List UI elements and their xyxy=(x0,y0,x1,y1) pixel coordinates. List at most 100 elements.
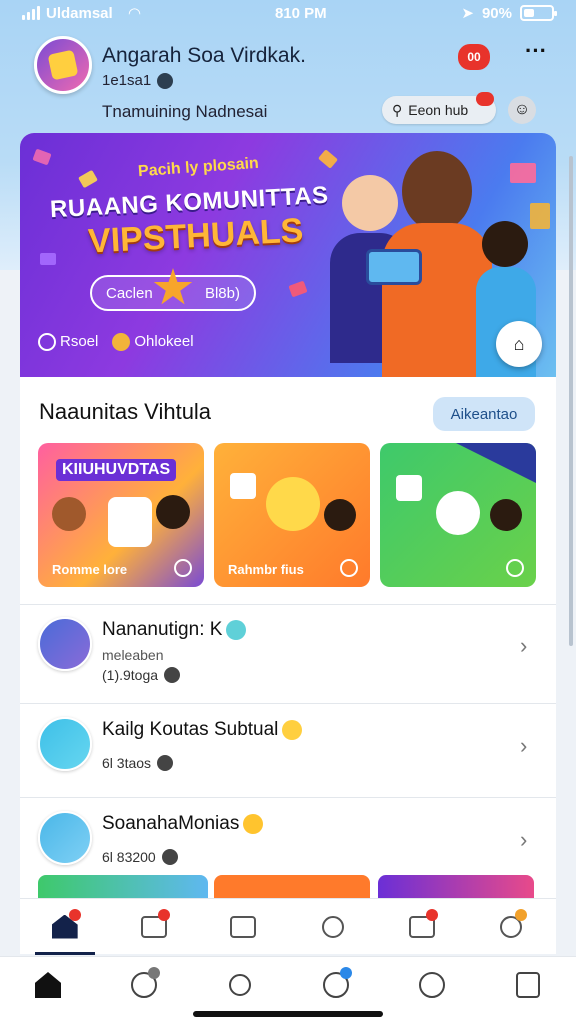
girl-figure xyxy=(482,221,528,267)
tab-profile[interactable] xyxy=(491,907,531,947)
search-pill-label: Eeon hub xyxy=(408,102,469,118)
battery-icon xyxy=(520,5,557,21)
confetti-shape xyxy=(40,253,56,265)
list-item[interactable]: Nananutign: K meleaben (1).9toga › xyxy=(20,611,556,701)
list-item-subtitle: meleaben xyxy=(102,647,164,663)
confetti-shape xyxy=(510,163,536,183)
section-title: Naaunitas Vihtula xyxy=(39,399,212,424)
confetti-shape xyxy=(78,169,98,189)
search-pill-button[interactable]: ⚲ Eeon hub xyxy=(382,92,496,124)
confetti-shape xyxy=(32,148,52,166)
circle-icon xyxy=(38,333,56,352)
battery-percent: 90% xyxy=(481,4,512,22)
chevron-right-icon[interactable]: › xyxy=(520,733,527,759)
tile-person xyxy=(156,495,190,529)
wifi-icon: ◠ xyxy=(128,5,141,22)
tab-badge xyxy=(157,908,170,921)
signal-icon xyxy=(22,6,40,20)
globe-icon xyxy=(157,755,174,771)
tab-messages[interactable] xyxy=(223,907,263,947)
avatar[interactable] xyxy=(34,36,92,94)
chevron-right-icon[interactable]: › xyxy=(520,827,527,853)
section-action-button[interactable]: Aikeantao xyxy=(433,397,535,431)
tab-home[interactable] xyxy=(34,907,95,955)
avatar xyxy=(38,717,92,771)
list-item[interactable]: Kailg Koutas Subtual 6l 3taos › xyxy=(20,711,556,801)
chevron-right-icon[interactable]: › xyxy=(520,633,527,659)
user-meta-text: 1e1sa1 xyxy=(102,72,152,89)
hero-foot-left: Rsoel xyxy=(60,333,99,350)
user-meta: 1e1sa1 xyxy=(102,72,174,89)
tab-notes[interactable] xyxy=(402,907,442,947)
list-item-name-text: Kailg Koutas Subtual xyxy=(102,719,279,740)
search-badge xyxy=(476,92,494,106)
confetti-shape xyxy=(288,280,308,298)
list-item-meta: 6l 3taos xyxy=(102,755,174,771)
tab-badge xyxy=(515,908,528,921)
verified-icon xyxy=(157,72,174,89)
list-item-name-text: SoanahaMonias xyxy=(102,813,240,834)
hero-footer: Rsoel Ohlokeel xyxy=(38,333,194,352)
list-item-name: SoanahaMonias xyxy=(102,813,264,835)
tile-card[interactable]: Rahmbr fius xyxy=(214,443,370,587)
location-icon: ➤ xyxy=(461,5,474,22)
tab-search[interactable] xyxy=(313,907,353,947)
list-item-meta-text: 6l 83200 xyxy=(102,849,156,865)
home-indicator xyxy=(193,1011,383,1017)
hero-pill-right: Bl8b) xyxy=(204,284,240,302)
globe-icon xyxy=(164,667,181,683)
tile-ribbon xyxy=(456,443,536,483)
tab-badge xyxy=(68,908,81,921)
bag-button[interactable]: ⌂ xyxy=(496,321,542,367)
confetti-shape xyxy=(318,149,338,169)
tile-person xyxy=(52,497,86,531)
tile-person xyxy=(324,499,356,531)
search-icon xyxy=(229,974,251,996)
tile-emblem xyxy=(266,477,320,531)
hero-banner[interactable]: Pacih ly plosain RUAANG KOMUNITTAS VIPST… xyxy=(20,133,556,377)
tile-action-icon xyxy=(174,559,192,577)
tile-action-icon xyxy=(506,559,524,577)
more-options-button[interactable]: ··· xyxy=(522,40,550,68)
divider xyxy=(20,703,556,704)
lightbulb-icon xyxy=(282,719,303,740)
tile-label: Rahmbr fius xyxy=(228,562,304,577)
menu-list-icon xyxy=(516,972,540,998)
tile-emblem xyxy=(108,497,152,547)
avatar xyxy=(38,617,92,671)
tab-badge xyxy=(425,908,438,921)
tab-search[interactable] xyxy=(220,967,260,1003)
home-icon xyxy=(35,972,61,998)
inner-tab-bar xyxy=(20,898,556,955)
hero-pill-left: Caclen xyxy=(106,284,153,302)
list-item-meta-text: 6l 3taos xyxy=(102,755,152,771)
tab-menu[interactable] xyxy=(508,967,548,1003)
tile-label: Romme lore xyxy=(52,562,128,577)
tab-gallery[interactable] xyxy=(134,907,174,947)
list-item-name-text: Nananutign: K xyxy=(102,619,223,640)
profile-header: Angarah Soa Virdkak. 1e1sa1 Tnamuining N… xyxy=(0,34,576,129)
tile-action-icon xyxy=(340,559,358,577)
notification-button[interactable]: 00 xyxy=(458,44,490,70)
photo-icon xyxy=(230,473,256,499)
tab-home[interactable] xyxy=(28,967,68,1003)
clock: 810 PM xyxy=(274,4,327,22)
hero-foot-right: Ohlokeel xyxy=(134,333,194,350)
tile-person xyxy=(490,499,522,531)
scrollbar[interactable] xyxy=(569,156,573,646)
divider xyxy=(20,797,556,798)
tile-card[interactable] xyxy=(380,443,536,587)
coin-icon xyxy=(112,333,131,352)
tab-emoji[interactable] xyxy=(316,967,356,1003)
child-figure xyxy=(342,175,398,231)
main-card: Pacih ly plosain RUAANG KOMUNITTAS VIPST… xyxy=(20,133,556,953)
avatar xyxy=(38,811,92,865)
tablet-icon xyxy=(366,249,422,285)
tab-activity[interactable] xyxy=(412,967,452,1003)
tab-explore[interactable] xyxy=(124,967,164,1003)
tile-card[interactable]: KIIUHUVDTAS Romme lore xyxy=(38,443,204,587)
man-figure xyxy=(402,151,472,231)
tab-badge xyxy=(148,967,160,979)
search-icon xyxy=(321,915,344,938)
emoji-button[interactable]: ☺ xyxy=(508,96,536,124)
